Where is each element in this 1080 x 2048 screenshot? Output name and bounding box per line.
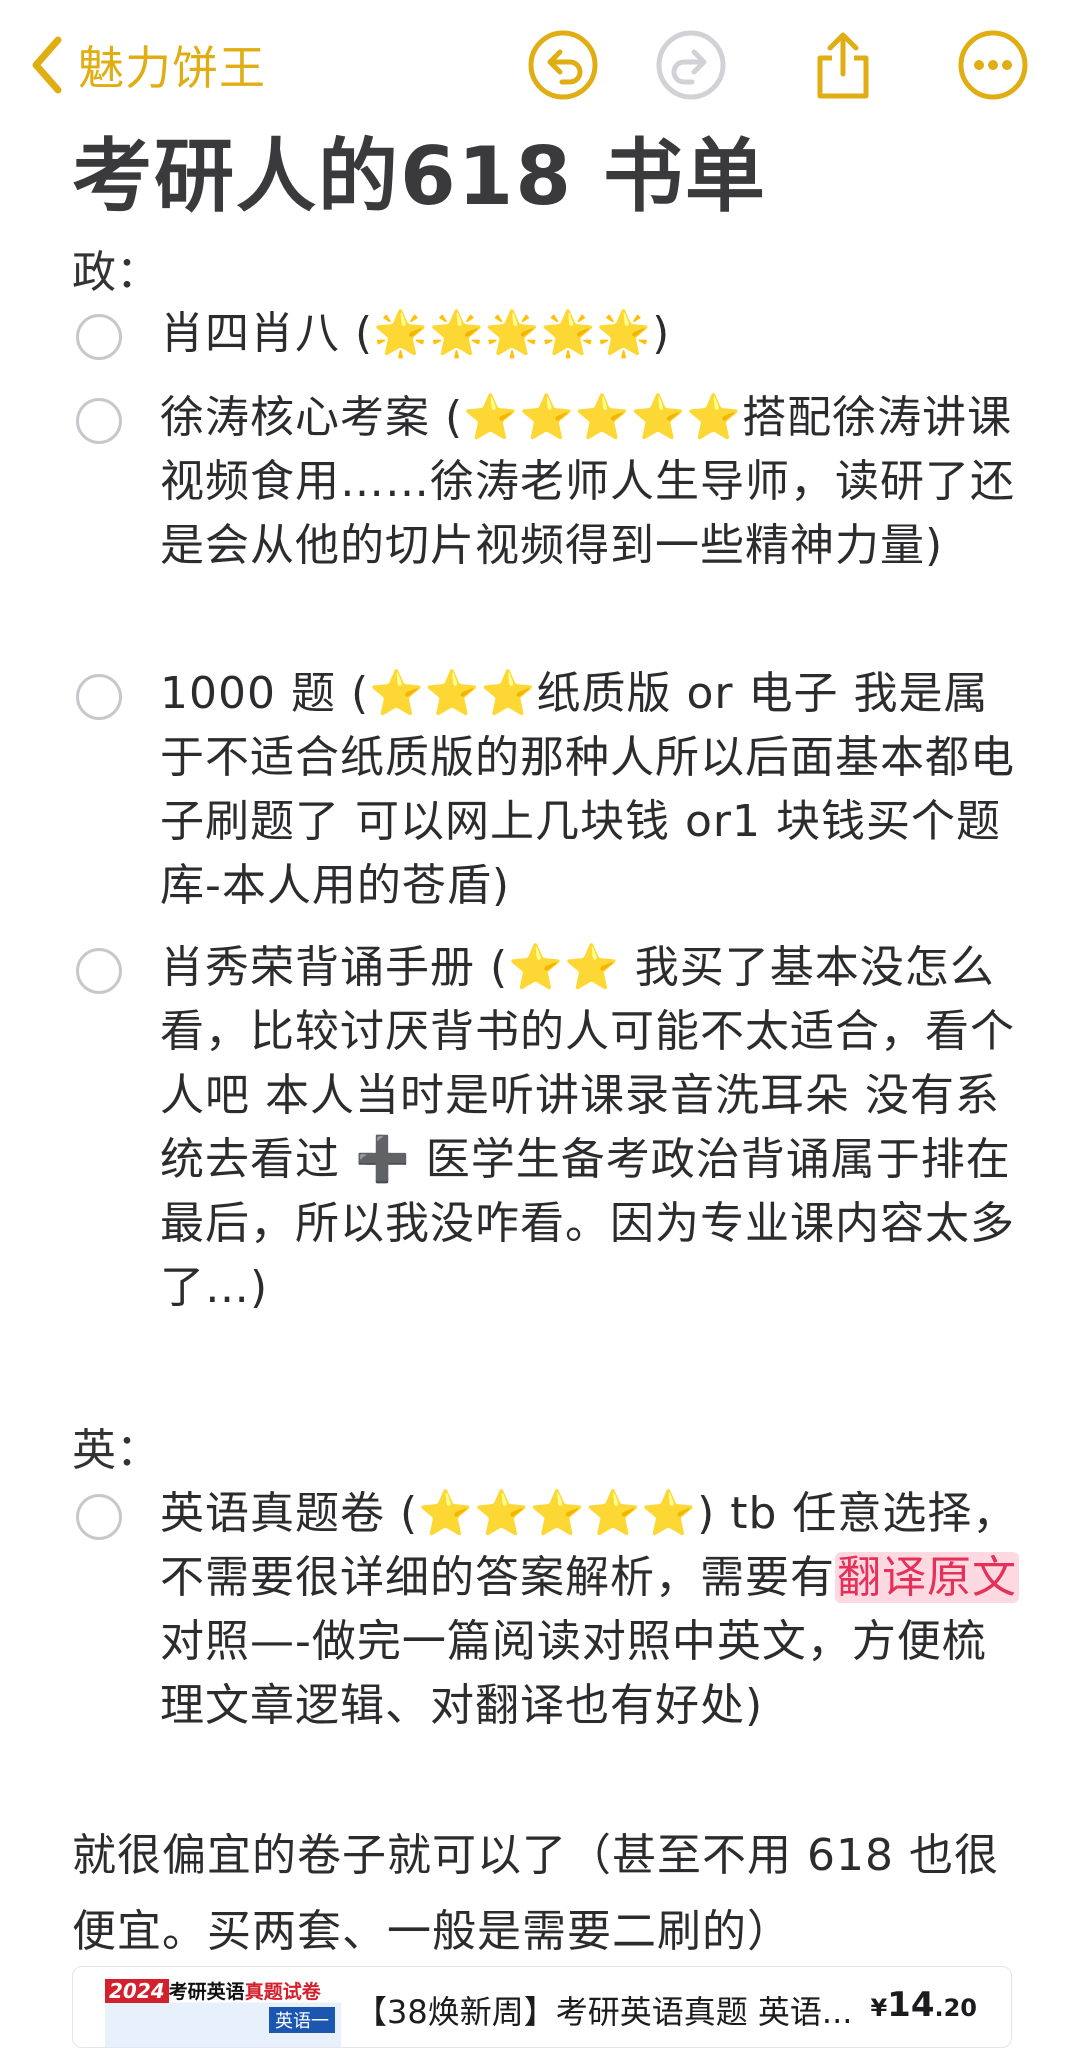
checklist-item-text[interactable]: 徐涛核心考案 (⭐⭐⭐⭐⭐搭配徐涛讲课视频食用……徐涛老师人生导师，读研了还是会… bbox=[160, 386, 1020, 578]
product-thumbnail: 2024 考研英语真题试卷 英语一 bbox=[105, 1973, 341, 2047]
section-heading-politics: 政： bbox=[72, 247, 160, 298]
section-heading-english: 英： bbox=[72, 1425, 160, 1476]
share-icon[interactable] bbox=[806, 28, 880, 102]
star-icons: ⭐⭐⭐⭐⭐ bbox=[418, 1488, 698, 1539]
back-button[interactable]: 魅力饼王 bbox=[28, 28, 266, 102]
product-price: ¥14.20 bbox=[870, 1985, 977, 2025]
checkbox-circle[interactable] bbox=[76, 398, 122, 444]
checklist-item-text[interactable]: 1000 题 (⭐⭐⭐纸质版 or 电子 我是属于不适合纸质版的那种人所以后面基… bbox=[160, 662, 1020, 918]
product-link-card[interactable]: 2024 考研英语真题试卷 英语一 【38焕新周】考研英语真题 英语... ¥14… bbox=[72, 1966, 1012, 2048]
highlighted-text: 翻译原文 bbox=[835, 1552, 1019, 1603]
redo-icon[interactable] bbox=[654, 28, 728, 102]
checkbox-circle[interactable] bbox=[76, 314, 122, 360]
top-bar: 魅力饼王 bbox=[0, 0, 1080, 120]
product-title: 【38焕新周】考研英语真题 英语... bbox=[355, 1993, 853, 2031]
glowing-star-icons: 🌟🌟🌟🌟🌟 bbox=[373, 308, 653, 359]
checkbox-circle[interactable] bbox=[76, 1494, 122, 1540]
undo-icon[interactable] bbox=[526, 28, 600, 102]
chevron-left-icon bbox=[28, 34, 64, 96]
back-label: 魅力饼王 bbox=[78, 41, 266, 95]
more-icon[interactable] bbox=[956, 28, 1030, 102]
checkbox-circle[interactable] bbox=[76, 674, 122, 720]
note-title[interactable]: 考研人的618 书单 bbox=[72, 112, 1032, 228]
star-icons: ⭐⭐ bbox=[508, 942, 620, 993]
checkbox-circle[interactable] bbox=[76, 948, 122, 994]
star-icons: ⭐⭐⭐ bbox=[369, 668, 537, 719]
checklist-item-text[interactable]: 肖秀荣背诵手册 (⭐⭐ 我买了基本没怎么看，比较讨厌背书的人可能不太适合，看个人… bbox=[160, 936, 1020, 1320]
star-icons: ⭐⭐⭐⭐⭐ bbox=[463, 392, 743, 443]
year-badge: 2024 bbox=[105, 1979, 169, 2003]
thumb-subtitle: 英语一 bbox=[269, 2007, 335, 2033]
checklist-item-text[interactable]: 英语真题卷 (⭐⭐⭐⭐⭐) tb 任意选择，不需要很详细的答案解析，需要有翻译原… bbox=[160, 1482, 1020, 1738]
checklist-item-text[interactable]: 肖四肖八 (🌟🌟🌟🌟🌟) bbox=[160, 302, 1020, 366]
note-paragraph[interactable]: 就很偏宜的卷子就可以了（甚至不用 618 也很便宜。买两套、一般是需要二刷的） bbox=[72, 1818, 1032, 1970]
